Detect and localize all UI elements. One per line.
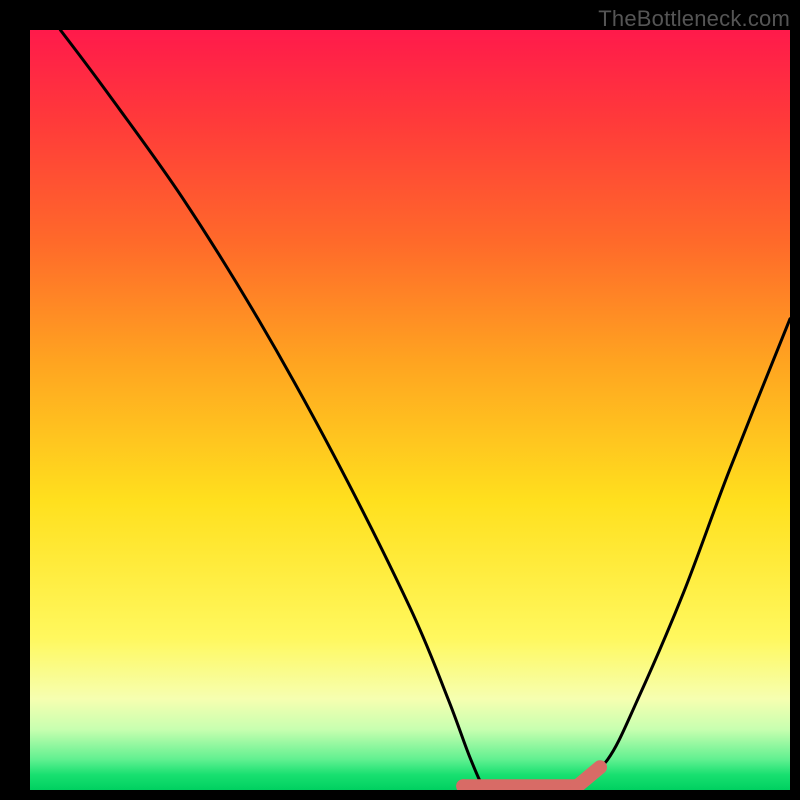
chart-frame: TheBottleneck.com	[0, 0, 800, 800]
bottleneck-curve	[60, 30, 790, 790]
plot-area	[30, 30, 790, 790]
attribution-text: TheBottleneck.com	[598, 6, 790, 32]
chart-svg	[30, 30, 790, 790]
optimal-kink	[577, 767, 600, 786]
